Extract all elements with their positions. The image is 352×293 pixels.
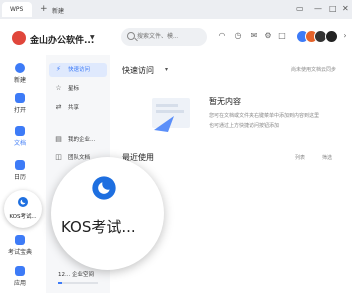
user-avatar[interactable] [325,30,338,43]
team-icon: ◫ [55,153,62,161]
sidebar-item-exam[interactable]: 考试宝典 [0,235,40,256]
kos-icon [92,176,116,200]
magnified-kos-label: KOS考试... [61,218,136,236]
headset-icon[interactable]: ◠ [217,31,227,41]
enterprise-space-bar-fill [58,282,62,284]
folder-icon [15,93,25,103]
building-icon: ▤ [55,135,62,143]
tab-new[interactable]: 新建 [52,6,64,15]
sidebar-item-label: 新建 [13,77,26,84]
close-icon[interactable]: ✕ [342,4,349,14]
sidebar-item-apps[interactable]: 应用 [0,266,40,287]
cloud-sync-hint[interactable]: 尚未使用文档云同步 [291,66,336,73]
star-icon: ☆ [55,84,62,92]
window-layout-icon[interactable]: ▭ [296,4,304,14]
sidebar-item-label: 日历 [13,174,26,181]
sidebar-item-open[interactable]: 打开 [0,93,40,114]
company-logo[interactable] [12,31,26,45]
list-view-button[interactable]: 列表 [295,154,305,161]
enterprise-space-label: 12... 企业空间 [58,272,94,278]
empty-state-desc: 也可通过上方快捷访问按钮添加 [209,123,280,129]
plus-icon[interactable]: + [40,5,48,14]
chevron-right-icon[interactable]: › [340,31,350,41]
mail-icon[interactable]: ✉ [249,31,259,41]
enterprise-space-bar [58,282,98,284]
plus-circle-icon [15,63,25,73]
maximize-icon[interactable]: □ [329,4,337,14]
sidebar-item-new[interactable]: 新建 [0,63,40,84]
clock-icon[interactable]: ◷ [233,31,243,41]
chevron-down-icon[interactable]: ▼ [90,34,95,41]
company-name[interactable]: 金山办公软件... [30,33,94,46]
sidebar-item-label: KOS考试... [9,214,37,220]
filter-button[interactable]: 筛选 [322,154,332,161]
chevron-down-icon[interactable]: ▾ [165,66,168,73]
sidebar-item-label: 打开 [13,107,26,114]
minimize-icon[interactable]: — [314,4,322,14]
empty-state-title: 暂无内容 [209,97,241,106]
gear-icon[interactable]: ⚙ [263,31,273,41]
empty-state-illustration [152,98,190,132]
apps-grid-icon [15,266,25,276]
sidebar-item-documents[interactable]: 文档 [0,126,40,147]
sidebar-item-calendar[interactable]: 日历 [0,160,40,181]
monitor-icon [15,235,25,245]
more-icon[interactable]: □ [277,31,287,41]
calendar-icon [15,160,25,170]
sidebar-item-label: 考试宝典 [7,249,32,256]
empty-state-desc: 您可在文档或文件夹右键菜单中添加到内容到这里 [209,113,320,119]
lightning-icon: ⚡ [56,65,61,73]
kos-icon [18,197,28,207]
quick-access-title: 快速访问 [122,66,154,75]
share-icon: ⇄ [55,103,62,111]
tab-wps[interactable]: WPS [2,2,32,17]
document-icon [15,126,25,136]
sidebar-item-label: 文档 [13,140,26,147]
sidebar-item-label: 应用 [13,280,26,287]
